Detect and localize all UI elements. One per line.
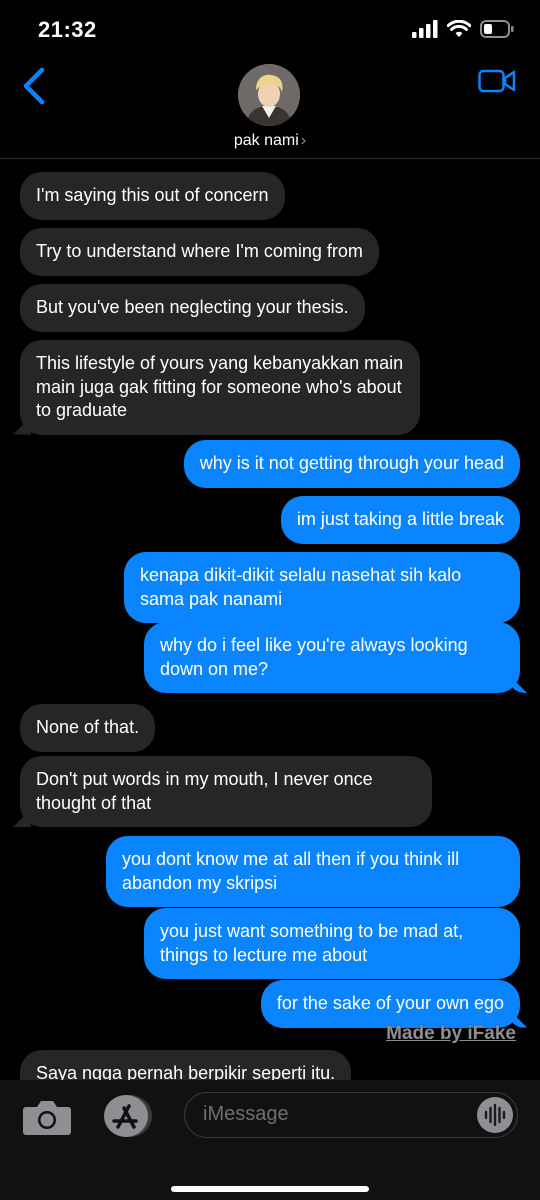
message-sent[interactable]: for the sake of your own ego <box>260 980 520 1028</box>
message-input[interactable]: iMessage <box>184 1092 518 1138</box>
contact-avatar[interactable] <box>238 64 300 126</box>
message-received[interactable]: Don't put words in my mouth, I never onc… <box>20 756 432 827</box>
message-sent[interactable]: why is it not getting through your head <box>183 440 520 488</box>
message-sent[interactable]: kenapa dikit-dikit selalu nasehat sih ka… <box>124 552 520 623</box>
contact-name: pak nami <box>233 132 299 149</box>
avatar-illustration <box>238 64 300 126</box>
message-sent[interactable]: you just want something to be mad at, th… <box>144 908 520 979</box>
battery-icon <box>480 20 514 38</box>
message-received[interactable]: But you've been neglecting your thesis. <box>20 284 365 332</box>
message-sent[interactable]: you dont know me at all then if you thin… <box>106 836 520 907</box>
home-indicator <box>171 1186 369 1192</box>
compose-bar: iMessage <box>0 1080 540 1200</box>
status-time: 21:32 <box>38 17 97 42</box>
message-received[interactable]: This lifestyle of yours yang kebanyakkan… <box>20 340 420 435</box>
audio-message-button[interactable] <box>477 1097 513 1133</box>
audio-message-icon <box>484 1103 506 1127</box>
conversation-header: pak nami › <box>0 60 540 159</box>
message-received[interactable]: None of that. <box>20 704 156 752</box>
message-sent[interactable]: im just taking a little break <box>280 496 520 544</box>
message-received[interactable]: I'm saying this out of concern <box>20 172 285 220</box>
message-input-placeholder: iMessage <box>203 1103 289 1125</box>
app-store-icon[interactable] <box>100 1094 154 1138</box>
camera-icon[interactable] <box>22 1098 72 1136</box>
message-sent[interactable]: why do i feel like you're always looking… <box>144 622 520 693</box>
back-chevron-icon[interactable] <box>20 66 50 106</box>
signal-icon <box>412 20 438 38</box>
message-received[interactable]: Try to understand where I'm coming from <box>20 228 379 276</box>
contact-chevron: › <box>300 132 307 149</box>
wifi-icon <box>447 20 471 37</box>
video-call-icon[interactable] <box>478 68 516 94</box>
status-bar: 21:32 <box>0 0 540 60</box>
watermark: Made by iFake <box>386 1023 516 1044</box>
message-thread[interactable]: I'm saying this out of concern Try to un… <box>0 160 540 1080</box>
status-icons <box>412 20 514 38</box>
contact-name-button[interactable]: pak nami › <box>0 132 540 150</box>
message-received[interactable]: Saya ngga pernah berpikir seperti itu. <box>20 1050 352 1080</box>
